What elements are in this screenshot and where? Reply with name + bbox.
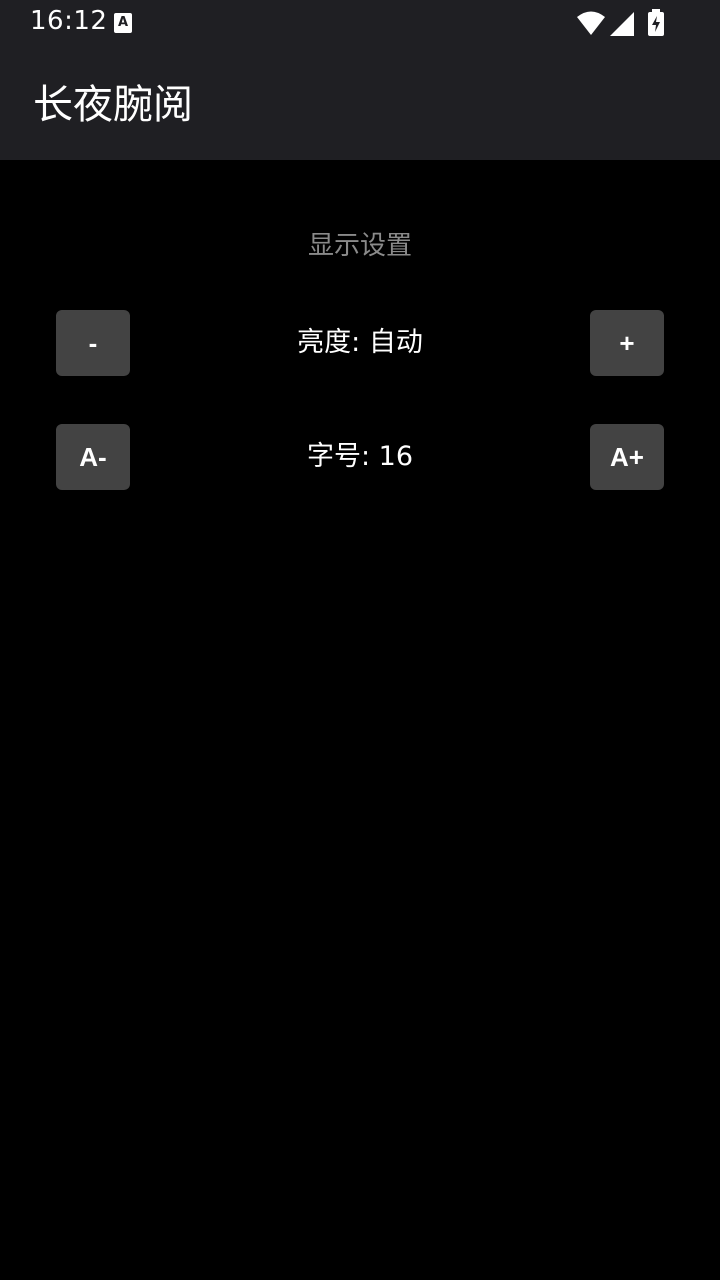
- brightness-row: - 亮度: 自动 +: [56, 310, 664, 376]
- app-title: 长夜腕阅: [33, 82, 193, 128]
- font-size-decrease-button[interactable]: A-: [56, 424, 130, 490]
- font-size-row: A- 字号: 16 A+: [56, 424, 664, 490]
- wifi-icon: [577, 11, 605, 35]
- battery-charging-icon: [648, 9, 664, 36]
- brightness-decrease-button[interactable]: -: [56, 310, 130, 376]
- brightness-increase-button[interactable]: +: [590, 310, 664, 376]
- app-bar: 长夜腕阅: [0, 48, 720, 160]
- section-title: 显示设置: [307, 231, 412, 261]
- font-size-label: 字号: 16: [306, 441, 414, 472]
- brightness-label: 亮度: 自动: [297, 327, 423, 358]
- font-size-increase-button[interactable]: A+: [590, 424, 664, 490]
- status-bar: 16:12 A: [0, 0, 720, 48]
- notification-icon: A: [114, 13, 132, 33]
- signal-icon: [610, 12, 634, 36]
- settings-panel: 显示设置 - 亮度: 自动 + A- 字号: 16 A+: [0, 160, 720, 1280]
- status-time: 16:12: [30, 6, 108, 36]
